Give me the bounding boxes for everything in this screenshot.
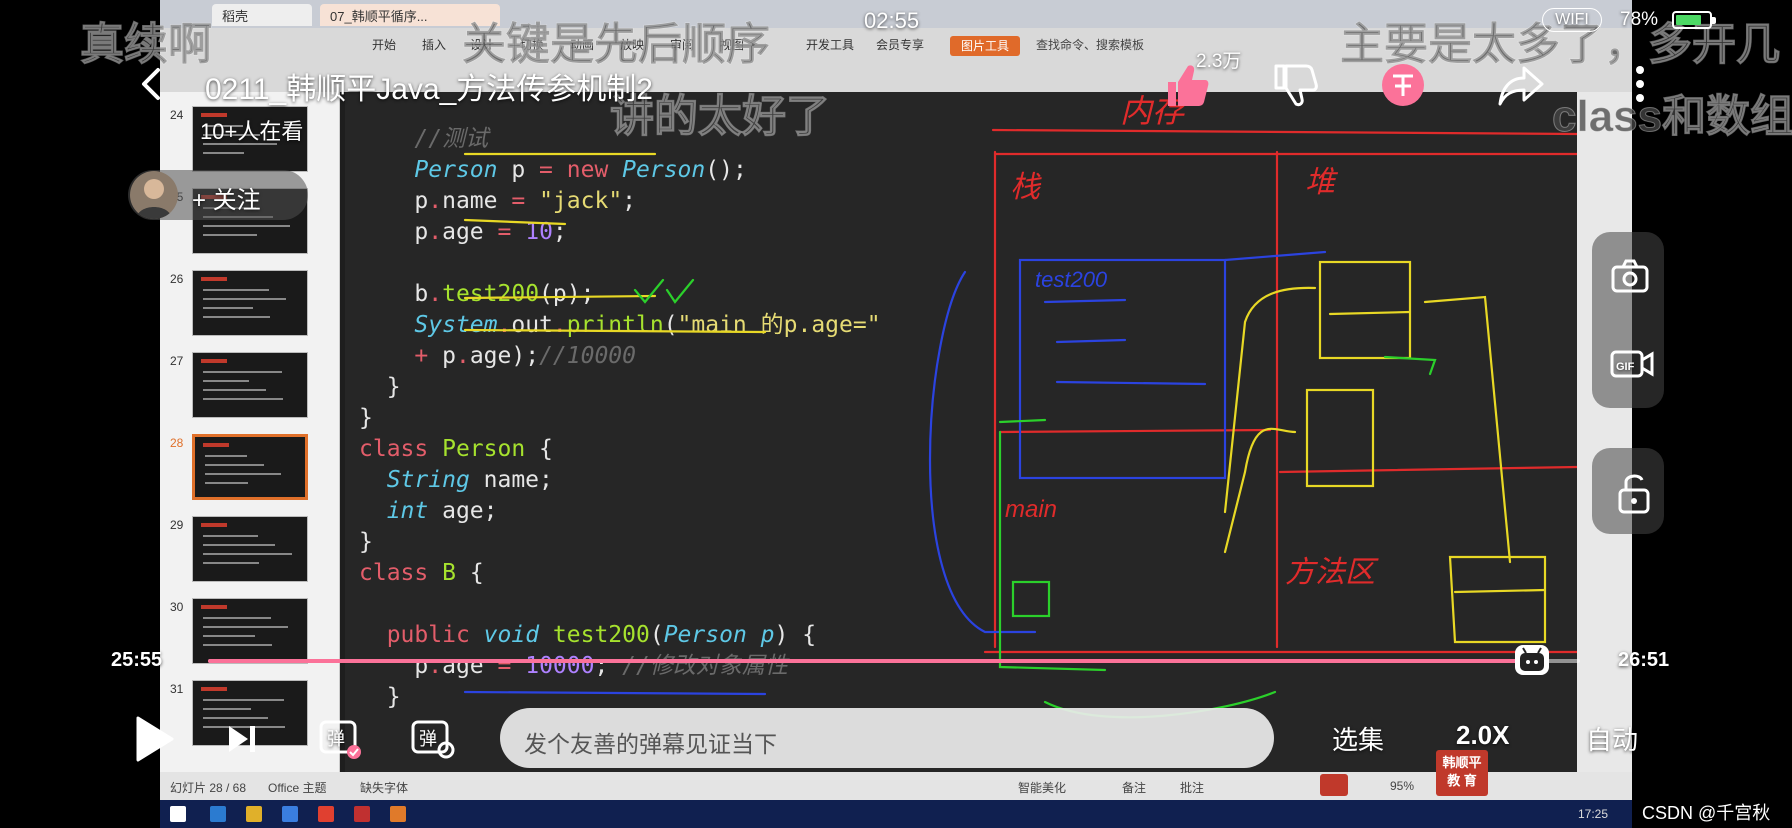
battery-percentage: 78%: [1620, 9, 1659, 30]
comments-toggle: 批注: [1180, 781, 1205, 795]
memory-diagram-ink: 内存 栈 堆 方法区 main test200: [463, 93, 1577, 719]
slideshow-icon: [1320, 774, 1348, 796]
gif-icon: GIF: [1610, 350, 1654, 378]
camera-icon: [1611, 259, 1649, 293]
video-frame[interactable]: 稻壳 07_韩顺平循序... 开始 插入 设计 切换 动画 放映 审阅 视图 开…: [160, 0, 1632, 800]
danmaku-on-icon: 弹: [319, 720, 361, 759]
smart-beautify: 智能美化: [1018, 781, 1067, 795]
zoom-level: 95%: [1390, 779, 1415, 793]
recorded-windows-taskbar: 17:25: [160, 800, 1632, 828]
thumbs-down-icon: [1274, 64, 1318, 107]
video-player-screen: 稻壳 07_韩顺平循序... 开始 插入 设计 切换 动画 放映 审阅 视图 开…: [0, 0, 1792, 828]
danmaku-toggle[interactable]: 弹: [318, 716, 362, 760]
like-count: 2.3万: [1196, 51, 1242, 72]
share-button[interactable]: [1496, 60, 1546, 110]
slide-thumbnail: [192, 598, 308, 664]
screenshot-button[interactable]: [1610, 256, 1650, 296]
folder-icon: [246, 806, 262, 822]
progress-bar[interactable]: [208, 645, 1580, 675]
tv-mascot-icon: [1519, 647, 1544, 671]
back-button[interactable]: [134, 62, 170, 106]
taskbar-clock: 17:25: [1577, 807, 1608, 821]
coin-button[interactable]: [1378, 60, 1428, 110]
danmaku-comment: 关键是先后顺序: [462, 20, 771, 70]
skip-next-icon: [229, 726, 255, 752]
play-button[interactable]: [132, 714, 176, 764]
follow-button[interactable]: + 关注: [192, 180, 261, 215]
label-stack: 栈: [1010, 171, 1042, 204]
slide-thumbnail: [192, 434, 308, 500]
battery-icon: [1672, 11, 1716, 29]
duration-time: 26:51: [1618, 649, 1670, 671]
theme-name: Office 主题: [268, 781, 327, 795]
chevron-left-icon: [142, 68, 160, 100]
danmaku-settings[interactable]: 弹: [410, 716, 456, 760]
notes-toggle: 备注: [1122, 781, 1147, 795]
slide-thumbnail: [192, 270, 308, 336]
slide-thumbnail-number: 26: [170, 272, 184, 286]
slide-thumbnail: [192, 352, 308, 418]
slide-thumbnail-number: 24: [170, 108, 184, 122]
viewer-count: 10+人在看: [200, 119, 304, 144]
more-button[interactable]: [1620, 60, 1660, 110]
edge-icon: [210, 806, 226, 822]
danmaku-comment: class和数组: [1551, 92, 1792, 142]
more-vertical-icon: [1636, 66, 1644, 102]
play-icon: [136, 716, 174, 762]
menu-item: 开发工具: [806, 38, 855, 52]
coin-icon: [1382, 64, 1424, 106]
recorded-status-bar: 幻灯片 28 / 68 Office 主题 缺失字体 智能美化 备注 批注 95…: [160, 772, 1632, 800]
menu-item: 插入: [422, 38, 447, 52]
dislike-button[interactable]: [1270, 60, 1320, 110]
slide-canvas: //测试 Person p = new Person(); p.name = "…: [345, 92, 1577, 772]
slide-thumbnail-number: 31: [170, 682, 184, 696]
status-clock: 02:55: [864, 8, 920, 33]
danmaku-placeholder: 发个友善的弹幕见证当下: [524, 731, 777, 757]
missing-font: 缺失字体: [360, 781, 409, 795]
episodes-button[interactable]: 选集: [1332, 720, 1384, 757]
video-title: 0211_韩顺平Java_方法传参机制2: [205, 73, 653, 106]
playback-speed-button[interactable]: 2.0X: [1456, 720, 1510, 751]
share-arrow-icon: [1498, 66, 1544, 106]
unlock-icon: [1618, 474, 1650, 514]
slide-counter: 幻灯片 28 / 68: [170, 781, 247, 795]
danmaku-settings-icon: 弹: [411, 720, 455, 759]
danmaku-input[interactable]: 发个友善的弹幕见证当下: [500, 708, 1274, 768]
ribbon-search: 查找命令、搜索模板: [1036, 38, 1145, 52]
quality-auto-button[interactable]: 自动: [1586, 720, 1638, 757]
svg-text:弹: 弹: [327, 729, 345, 750]
svg-text:弹: 弹: [419, 729, 437, 750]
hanshunping-logo: 韩顺平 教 育: [1436, 750, 1488, 796]
windows-start-icon: [170, 806, 186, 822]
uploader-avatar[interactable]: [130, 171, 178, 219]
menu-item: 开始: [372, 38, 397, 52]
progress-thumb[interactable]: [1514, 645, 1549, 675]
app-icon: [282, 806, 298, 822]
progress-fill: [208, 659, 1532, 663]
label-main: main: [1005, 496, 1057, 523]
label-method-area: 方法区: [1285, 556, 1379, 589]
avatar-image: [136, 179, 172, 219]
chrome-icon: [318, 806, 334, 822]
csdn-watermark: CSDN @千宫秋: [1642, 803, 1771, 823]
app-icon: [354, 806, 370, 822]
current-time: 25:55: [111, 649, 163, 671]
wifi-indicator: WIFI: [1542, 8, 1602, 32]
slide-thumbnail: [192, 516, 308, 582]
recorded-tab: 稻壳: [212, 4, 312, 26]
label-test200: test200: [1035, 267, 1108, 292]
menu-item: 会员专享: [876, 38, 925, 52]
label-heap: 堆: [1305, 166, 1339, 199]
app-icon: [390, 806, 406, 822]
slide-thumbnail-number: 27: [170, 354, 184, 368]
gif-capture-button[interactable]: GIF: [1610, 344, 1654, 384]
screen-lock-button[interactable]: [1614, 470, 1654, 514]
slide-thumbnail-number: 28: [170, 436, 184, 450]
next-button[interactable]: [226, 722, 258, 756]
slide-thumbnail-number: 29: [170, 518, 184, 532]
slide-thumbnail-number: 30: [170, 600, 184, 614]
picture-tool-tab: 图片工具: [950, 36, 1020, 56]
svg-text:GIF: GIF: [1616, 361, 1635, 373]
